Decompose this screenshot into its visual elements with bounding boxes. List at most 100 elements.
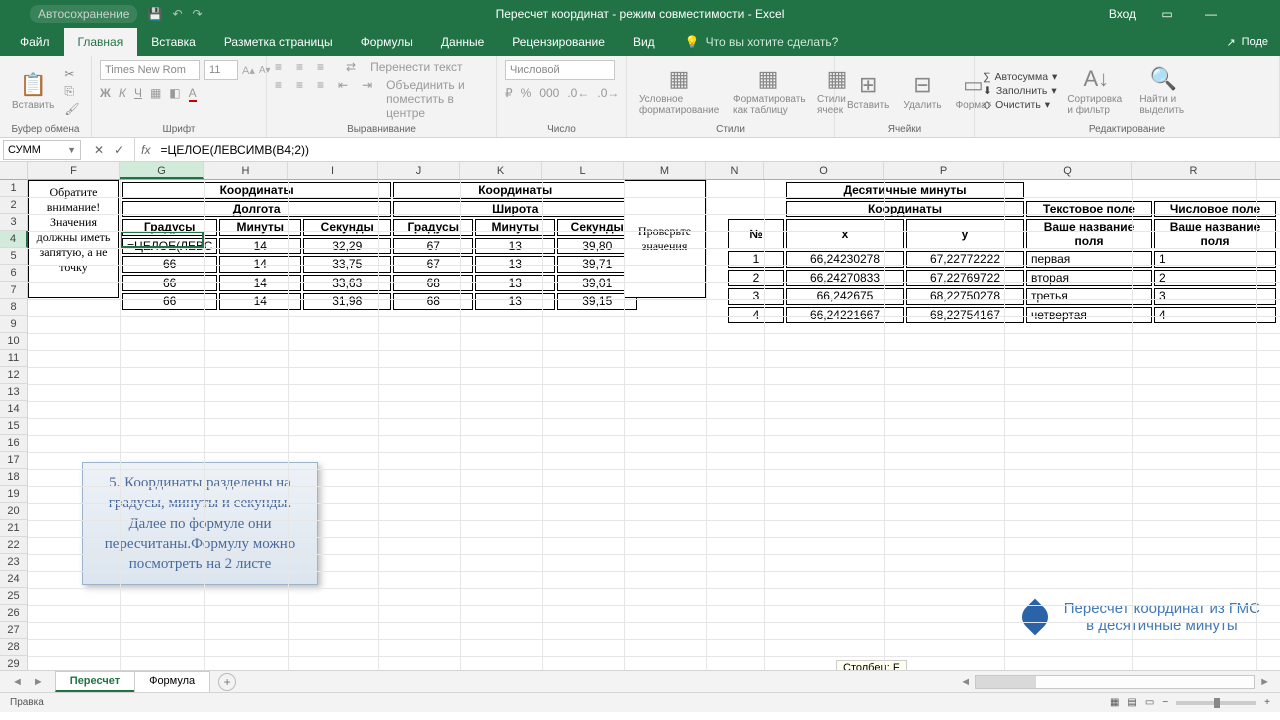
tab-формулы[interactable]: Формулы (347, 28, 427, 56)
grow-font-icon[interactable]: A▴ (242, 64, 255, 77)
clear-button[interactable]: ◇Очистить▾ (983, 99, 1057, 111)
autosum-button[interactable]: ∑Автосумма▾ (983, 71, 1057, 83)
row-header[interactable]: 17 (0, 452, 28, 469)
col-header[interactable]: I (288, 162, 378, 179)
row-header[interactable]: 6 (0, 265, 28, 282)
minimize-icon[interactable]: — (1198, 7, 1224, 21)
row-header[interactable]: 7 (0, 282, 28, 299)
row-header[interactable]: 19 (0, 486, 28, 503)
save-icon[interactable]: 💾 (147, 7, 162, 21)
row-header[interactable]: 9 (0, 316, 28, 333)
spreadsheet-grid[interactable]: FGHIJKLMNOPQR 12345678910111213141516171… (0, 162, 1280, 670)
page-layout-icon[interactable]: ▤ (1127, 697, 1136, 708)
italic-icon[interactable]: К (119, 86, 126, 100)
col-header[interactable]: P (884, 162, 1004, 179)
col-header[interactable]: Q (1004, 162, 1132, 179)
col-header[interactable]: G (120, 162, 204, 179)
tab-вставка[interactable]: Вставка (137, 28, 210, 56)
ribbon-options-icon[interactable]: ▭ (1154, 7, 1180, 21)
row-header[interactable]: 1 (0, 180, 28, 197)
row-header[interactable]: 16 (0, 435, 28, 452)
formula-input[interactable] (156, 140, 1280, 160)
col-header[interactable]: R (1132, 162, 1256, 179)
column-headers[interactable]: FGHIJKLMNOPQR (28, 162, 1280, 180)
row-header[interactable]: 20 (0, 503, 28, 520)
row-header[interactable]: 4 (0, 231, 28, 248)
font-name-select[interactable] (100, 60, 200, 80)
format-painter-icon[interactable]: 🖌 (64, 102, 79, 116)
undo-icon[interactable]: ↶ (172, 7, 182, 21)
sheet-tab[interactable]: Формула (134, 671, 210, 692)
col-header[interactable]: F (28, 162, 120, 179)
col-header[interactable]: N (706, 162, 764, 179)
row-header[interactable]: 24 (0, 571, 28, 588)
align-top-icon[interactable]: ≡ (275, 60, 282, 74)
fill-color-icon[interactable]: ◧ (169, 86, 180, 100)
page-break-icon[interactable]: ▭ (1145, 697, 1154, 708)
row-header[interactable]: 22 (0, 537, 28, 554)
row-header[interactable]: 14 (0, 401, 28, 418)
cancel-formula-icon[interactable]: ✕ (94, 143, 104, 157)
sheet-nav-prev-icon[interactable]: ◄ (12, 676, 23, 688)
autosave-toggle[interactable]: Автосохранение (30, 5, 137, 23)
row-header[interactable]: 21 (0, 520, 28, 537)
row-header[interactable]: 12 (0, 367, 28, 384)
select-all-corner[interactable] (0, 162, 28, 180)
zoom-out-icon[interactable]: − (1162, 697, 1168, 708)
row-header[interactable]: 25 (0, 588, 28, 605)
row-header[interactable]: 3 (0, 214, 28, 231)
find-button[interactable]: 🔍Найти и выделить (1135, 64, 1191, 118)
col-header[interactable]: L (542, 162, 624, 179)
signin-button[interactable]: Вход (1109, 7, 1136, 21)
share-button[interactable]: ↗Поде (1214, 28, 1280, 56)
tab-данные[interactable]: Данные (427, 28, 498, 56)
border-icon[interactable]: ▦ (150, 86, 161, 100)
row-header[interactable]: 28 (0, 639, 28, 656)
horizontal-scrollbar[interactable] (975, 675, 1255, 689)
cut-icon[interactable]: ✂ (64, 67, 79, 81)
normal-view-icon[interactable]: ▦ (1110, 697, 1119, 708)
add-sheet-button[interactable]: + (218, 673, 236, 691)
row-header[interactable]: 10 (0, 333, 28, 350)
tab-разметка страницы[interactable]: Разметка страницы (210, 28, 347, 56)
font-color-icon[interactable]: А (189, 86, 197, 100)
format-table-button[interactable]: ▦Форматировать как таблицу (729, 64, 807, 118)
number-format-select[interactable] (505, 60, 615, 80)
row-header[interactable]: 5 (0, 248, 28, 265)
insert-cells-button[interactable]: ⊞Вставить (843, 70, 893, 113)
row-header[interactable]: 23 (0, 554, 28, 571)
row-header[interactable]: 13 (0, 384, 28, 401)
align-left-icon[interactable]: ≡ (275, 78, 282, 120)
row-header[interactable]: 15 (0, 418, 28, 435)
col-header[interactable]: M (624, 162, 706, 179)
font-size-select[interactable] (204, 60, 238, 80)
tell-me[interactable]: 💡Что вы хотите сделать? (669, 28, 839, 56)
tab-файл[interactable]: Файл (6, 28, 64, 56)
paste-button[interactable]: 📋Вставить (8, 70, 58, 113)
redo-icon[interactable]: ↷ (193, 7, 203, 21)
sheet-tab[interactable]: Пересчет (55, 671, 135, 692)
row-header[interactable]: 11 (0, 350, 28, 367)
accept-formula-icon[interactable]: ✓ (114, 143, 124, 157)
conditional-format-button[interactable]: ▦Условное форматирование (635, 64, 723, 118)
row-header[interactable]: 26 (0, 605, 28, 622)
currency-icon[interactable]: ₽ (505, 86, 513, 100)
row-header[interactable]: 29 (0, 656, 28, 670)
merge-button[interactable]: Объединить и поместить в центре (386, 78, 488, 120)
row-headers[interactable]: 1234567891011121314151617181920212223242… (0, 180, 28, 670)
zoom-slider[interactable] (1176, 701, 1256, 705)
fx-icon[interactable]: fx (135, 143, 156, 157)
bold-icon[interactable]: Ж (100, 86, 111, 100)
col-header[interactable]: K (460, 162, 542, 179)
sort-filter-button[interactable]: A↓Сортировка и фильтр (1063, 64, 1129, 118)
tab-вид[interactable]: Вид (619, 28, 669, 56)
hscroll-right-icon[interactable]: ► (1259, 676, 1270, 688)
row-header[interactable]: 18 (0, 469, 28, 486)
row-header[interactable]: 2 (0, 197, 28, 214)
sheet-nav-next-icon[interactable]: ► (33, 676, 44, 688)
tab-рецензирование[interactable]: Рецензирование (498, 28, 619, 56)
zoom-in-icon[interactable]: + (1264, 697, 1270, 708)
hscroll-left-icon[interactable]: ◄ (960, 676, 971, 688)
underline-icon[interactable]: Ч (134, 86, 142, 100)
row-header[interactable]: 8 (0, 299, 28, 316)
